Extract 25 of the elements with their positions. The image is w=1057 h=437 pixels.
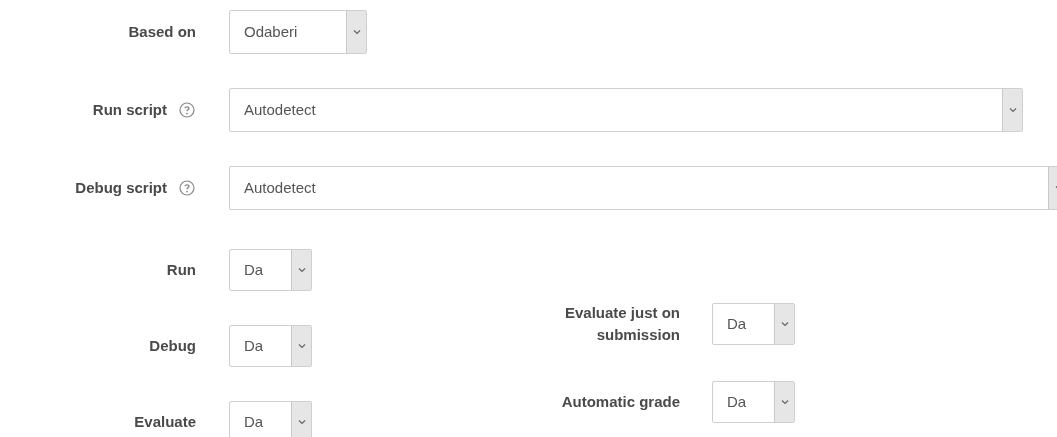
dropdown-select[interactable]: Da bbox=[229, 401, 312, 437]
dropdown-select[interactable]: Da bbox=[712, 303, 795, 345]
field-label: Automatic grade bbox=[561, 392, 680, 412]
dropdown-select[interactable]: Da bbox=[229, 325, 312, 367]
field-label: Debug bbox=[149, 336, 196, 356]
dropdown-select[interactable]: Odaberi bbox=[229, 10, 367, 54]
chevron-down-icon bbox=[1008, 107, 1017, 113]
field-label: Evaluate just on submission bbox=[563, 303, 680, 345]
help-icon[interactable] bbox=[179, 180, 195, 196]
field-label: Debug script bbox=[75, 178, 167, 198]
chevron-down-icon bbox=[780, 321, 789, 327]
dropdown-select[interactable]: Autodetect bbox=[229, 166, 1057, 210]
field-label: Evaluate bbox=[134, 412, 196, 432]
help-icon[interactable] bbox=[179, 102, 195, 118]
field-label: Based on bbox=[128, 22, 196, 42]
dropdown-select[interactable]: Autodetect bbox=[229, 88, 1023, 132]
chevron-down-icon bbox=[352, 29, 361, 35]
field-label: Run bbox=[166, 260, 196, 280]
chevron-down-icon bbox=[297, 419, 306, 425]
chevron-down-icon bbox=[780, 399, 789, 405]
field-label: Run script bbox=[92, 100, 167, 120]
chevron-down-icon bbox=[297, 343, 306, 349]
dropdown-select[interactable]: Da bbox=[712, 381, 795, 423]
dropdown-select[interactable]: Da bbox=[229, 249, 312, 291]
chevron-down-icon bbox=[297, 267, 306, 273]
